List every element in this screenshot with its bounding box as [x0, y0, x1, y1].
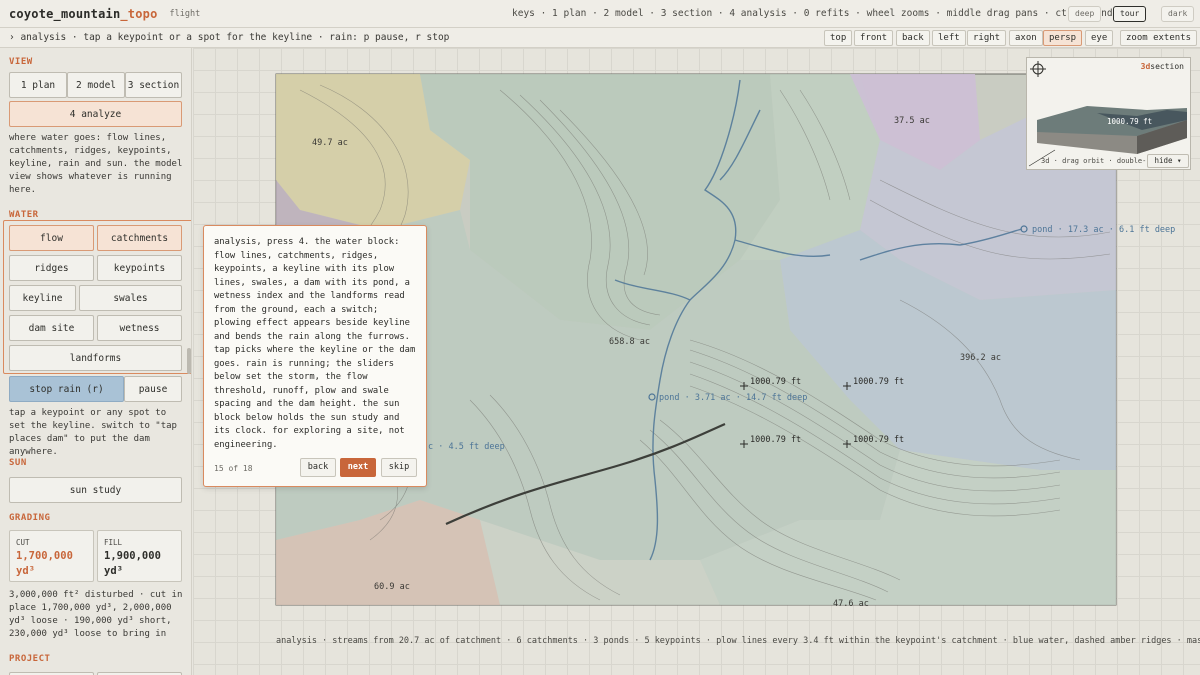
fill-stat: FILL 1,900,000 yd³: [97, 530, 182, 582]
grading-summary: 3,000,000 ft² disturbed · cut in place 1…: [9, 590, 183, 639]
mode-deep-button[interactable]: deep: [1068, 6, 1102, 22]
stop-rain-button[interactable]: stop rain (r): [9, 376, 124, 402]
status-bar: › analysis · tap a keypoint or a spot fo…: [0, 28, 1200, 48]
tour-back-button[interactable]: back: [300, 458, 336, 477]
flow-toggle[interactable]: flow: [9, 225, 94, 251]
zoom-extents-button[interactable]: zoom extents: [1120, 30, 1198, 46]
project-section-title: PROJECT: [9, 654, 51, 664]
cut-label: CUT: [16, 538, 30, 547]
view-description: where water goes: flow lines, catchments…: [9, 133, 183, 195]
app-title: coyote_mountain_topo: [9, 6, 158, 21]
pond-label-center: pond · 3.71 ac · 14.7 ft deep: [659, 393, 807, 403]
view-right-button[interactable]: right: [967, 30, 1007, 46]
cut-stat: CUT 1,700,000 yd³: [9, 530, 94, 582]
mode-tour-button[interactable]: tour: [1113, 6, 1147, 22]
pond-label-ne: pond · 17.3 ac · 6.1 ft deep: [1032, 225, 1175, 235]
water-description: tap a keypoint or any spot to set the ke…: [9, 408, 177, 457]
analyze-button[interactable]: 4 analyze: [9, 101, 182, 127]
catchment-label-37: 37.5 ac: [894, 116, 930, 126]
fill-value: 1,900,000 yd³: [104, 550, 161, 577]
tour-text: analysis, press 4. the water block: flow…: [214, 237, 416, 450]
sun-section-title: SUN: [9, 458, 27, 468]
landforms-toggle[interactable]: landforms: [9, 345, 182, 371]
3d-inset[interactable]: 3dsection 1000.79 ft 3d · drag orbit · d…: [1026, 57, 1191, 170]
view-axon-button[interactable]: axon: [1009, 30, 1043, 46]
catchment-label-60: 60.9 ac: [374, 582, 410, 592]
ridges-toggle[interactable]: ridges: [9, 255, 94, 281]
cut-value: 1,700,000 yd³: [16, 550, 73, 577]
view-eye-button[interactable]: eye: [1085, 30, 1114, 46]
view-left-button[interactable]: left: [932, 30, 966, 46]
tour-step-counter: 15 of 18: [214, 464, 253, 473]
catchment-label-658: 658.8 ac: [609, 337, 650, 347]
model-button[interactable]: 2 model: [67, 72, 125, 98]
mode-dark-button[interactable]: dark: [1161, 6, 1195, 22]
inset-overlay-label: 1000.79 ft: [1107, 117, 1152, 126]
sun-study-button[interactable]: sun study: [9, 477, 182, 503]
dam-site-toggle[interactable]: dam site: [9, 315, 94, 341]
tour-next-button[interactable]: next: [340, 458, 376, 477]
water-section-title: WATER: [9, 210, 39, 220]
status-text: › analysis · tap a keypoint or a spot fo…: [9, 32, 450, 43]
keypoints-toggle[interactable]: keypoints: [97, 255, 182, 281]
catchment-label-47: 47.6 ac: [833, 599, 869, 609]
catchment-label-49: 49.7 ac: [312, 138, 348, 148]
keypoint-label-3: 1000.79 ft: [750, 435, 801, 445]
sidebar-scrollbar[interactable]: [187, 348, 191, 374]
view-front-button[interactable]: front: [854, 30, 894, 46]
tour-card: analysis, press 4. the water block: flow…: [203, 225, 427, 487]
tour-skip-button[interactable]: skip: [381, 458, 417, 477]
swales-toggle[interactable]: swales: [79, 285, 182, 311]
plan-button[interactable]: 1 plan: [9, 72, 67, 98]
section-button[interactable]: 3 section: [125, 72, 182, 98]
inset-hide-button[interactable]: hide ▾: [1147, 154, 1189, 168]
catchment-label-396: 396.2 ac: [960, 353, 1001, 363]
grading-section-title: GRADING: [9, 513, 51, 523]
app-tag: flight: [169, 8, 201, 19]
view-top-button[interactable]: top: [824, 30, 853, 46]
view-section-title: VIEW: [9, 57, 33, 67]
inset-caption: 3d · drag orbit · double-: [1041, 157, 1147, 165]
fill-label: FILL: [104, 538, 123, 547]
sidebar: VIEW 1 plan 2 model 3 section 4 analyze …: [0, 48, 192, 675]
wetness-toggle[interactable]: wetness: [97, 315, 182, 341]
keypoint-label-2: 1000.79 ft: [853, 377, 904, 387]
keypoint-label-4: 1000.79 ft: [853, 435, 904, 445]
top-bar: coyote_mountain_topo flight keys · 1 pla…: [0, 0, 1200, 28]
keyline-toggle[interactable]: keyline: [9, 285, 76, 311]
view-back-button[interactable]: back: [896, 30, 930, 46]
keys-hint: keys · 1 plan · 2 model · 3 section · 4 …: [512, 8, 1119, 19]
view-persp-button[interactable]: persp: [1043, 30, 1083, 46]
catchments-toggle[interactable]: catchments: [97, 225, 182, 251]
pond-label-partial: c · 4.5 ft deep: [428, 442, 505, 452]
analysis-stats: analysis · streams from 20.7 ac of catch…: [276, 636, 1200, 646]
keypoint-label-1: 1000.79 ft: [750, 377, 801, 387]
pause-rain-button[interactable]: pause: [124, 376, 182, 402]
